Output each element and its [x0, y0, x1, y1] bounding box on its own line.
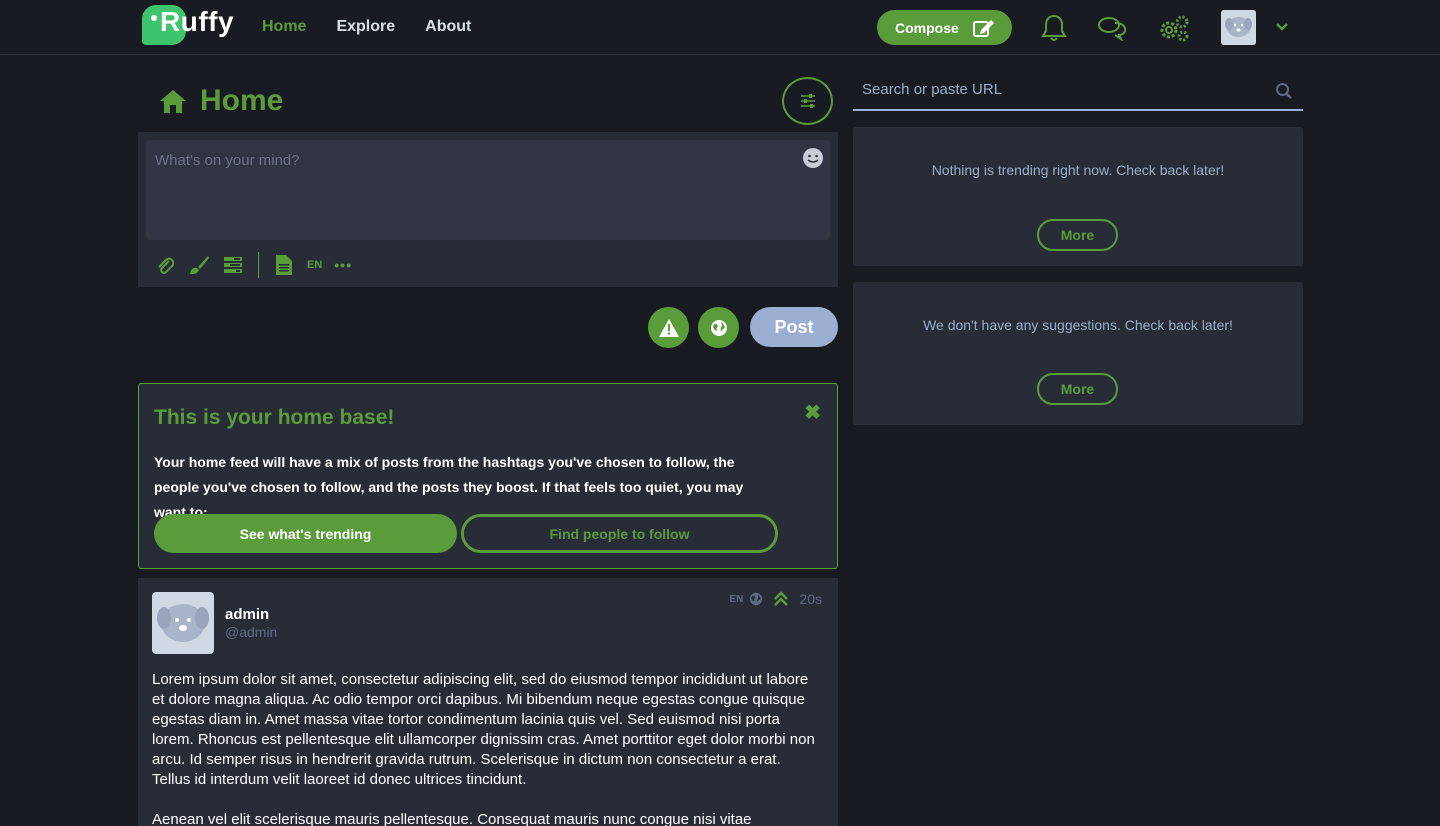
- top-bar: Ruffy Home Explore About Compose: [0, 0, 1440, 55]
- trending-empty-text: Nothing is trending right now. Check bac…: [931, 162, 1225, 178]
- poll-icon[interactable]: [222, 254, 244, 276]
- globe-icon: [710, 319, 727, 336]
- compose-textarea[interactable]: What's on your mind?: [146, 140, 830, 240]
- find-people-button[interactable]: Find people to follow: [461, 514, 778, 553]
- nav-home[interactable]: Home: [262, 18, 306, 36]
- page-title: Home: [200, 84, 284, 117]
- suggestions-panel: We don't have any suggestions. Check bac…: [853, 282, 1303, 425]
- logo[interactable]: Ruffy: [142, 4, 234, 50]
- status-paragraph: Lorem ipsum dolor sit amet, consectetur …: [152, 671, 815, 788]
- logo-text: Ruffy: [160, 6, 235, 37]
- paperclip-icon[interactable]: [154, 254, 176, 276]
- emoji-icon[interactable]: [802, 147, 824, 169]
- status-display-name[interactable]: admin: [225, 606, 269, 623]
- edit-icon: [972, 19, 994, 37]
- globe-icon: [750, 592, 763, 606]
- visibility-button[interactable]: [698, 307, 739, 348]
- status-meta: EN 20s: [730, 591, 822, 607]
- post-button[interactable]: Post: [750, 307, 838, 347]
- status-language: EN: [729, 593, 744, 605]
- compose-button[interactable]: Compose: [877, 10, 1012, 45]
- trending-panel: Nothing is trending right now. Check bac…: [853, 127, 1303, 266]
- status-handle[interactable]: @admin: [225, 624, 277, 640]
- chat-bubbles-icon[interactable]: [1096, 12, 1128, 44]
- close-icon[interactable]: ✖: [804, 400, 821, 425]
- column-settings-button[interactable]: [782, 77, 833, 125]
- content-warning-button[interactable]: [648, 307, 689, 348]
- document-icon[interactable]: [273, 254, 295, 276]
- see-trending-button[interactable]: See what's trending: [154, 514, 457, 553]
- suggestions-empty-text: We don't have any suggestions. Check bac…: [923, 317, 1233, 333]
- home-base-card: This is your home base! ✖ Your home feed…: [138, 383, 838, 569]
- settings-cogs-icon[interactable]: [1158, 12, 1190, 44]
- home-base-title: This is your home base!: [154, 406, 395, 429]
- compose-form: What's on your mind? EN •••: [138, 132, 838, 287]
- status-content: Lorem ipsum dolor sit amet, consectetur …: [152, 670, 822, 826]
- status-avatar[interactable]: [152, 592, 214, 654]
- status-paragraph: Aenean vel elit scelerisque mauris pelle…: [152, 811, 752, 826]
- compose-placeholder: What's on your mind?: [155, 152, 300, 169]
- compose-toolbar: EN •••: [154, 252, 352, 278]
- warning-icon: [658, 318, 679, 337]
- paintbrush-icon[interactable]: [188, 254, 210, 276]
- nav-explore[interactable]: Explore: [336, 18, 395, 36]
- trending-more-button[interactable]: More: [1037, 219, 1118, 251]
- search-placeholder: Search or paste URL: [862, 81, 1003, 98]
- compose-label: Compose: [895, 19, 959, 36]
- home-icon: [160, 90, 186, 113]
- boost-chevrons-icon: [774, 591, 789, 606]
- column-header: Home: [158, 84, 283, 118]
- bell-icon[interactable]: [1038, 12, 1070, 44]
- search-icon[interactable]: [1275, 82, 1293, 100]
- main-nav: Home Explore About: [262, 18, 471, 36]
- chevron-down-icon[interactable]: [1273, 18, 1291, 36]
- sliders-icon: [800, 94, 815, 108]
- avatar[interactable]: [1221, 10, 1256, 45]
- status-time[interactable]: 20s: [799, 591, 822, 607]
- toolbar-divider: [258, 252, 259, 278]
- language-selector[interactable]: EN: [307, 259, 322, 271]
- suggestions-more-button[interactable]: More: [1037, 373, 1118, 405]
- search-input[interactable]: Search or paste URL: [853, 72, 1303, 111]
- more-dots-icon[interactable]: •••: [334, 257, 352, 273]
- nav-about[interactable]: About: [425, 18, 471, 36]
- status-post[interactable]: admin @admin EN 20s Lorem ipsum dolor si…: [138, 578, 838, 826]
